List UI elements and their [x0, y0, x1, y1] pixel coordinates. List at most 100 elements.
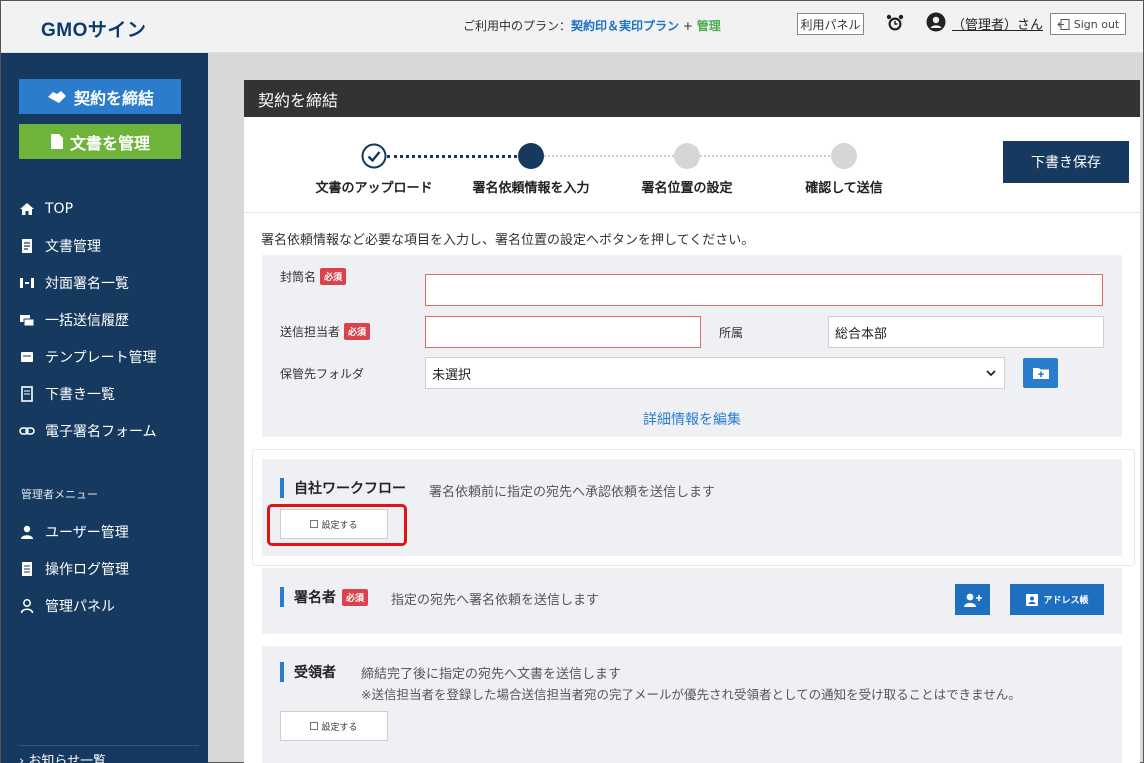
address-book-icon	[1026, 593, 1039, 606]
step-connector	[700, 155, 830, 157]
alarm-clock-icon[interactable]	[885, 13, 905, 33]
batch-send-icon	[20, 314, 35, 326]
step-connector	[544, 155, 674, 157]
nav-item-templates[interactable]: テンプレート管理	[19, 338, 199, 375]
main-nav: TOP 文書管理 対面署名一覧 一括送信履歴 テンプレート管理 下書き一覧 電子…	[19, 190, 199, 449]
folder-select-value: 未選択	[432, 367, 472, 383]
signer-description: 指定の宛先へ署名依頼を送信します	[391, 593, 600, 608]
affiliation-input[interactable]: 総合本部	[828, 316, 1104, 348]
highlight-annotation	[267, 504, 407, 546]
nav-item-batch-history[interactable]: 一括送信履歴	[19, 301, 199, 338]
sign-out-button[interactable]: Sign out	[1050, 13, 1126, 35]
link-icon	[19, 426, 35, 435]
required-badge: 必須	[344, 323, 371, 340]
plan-prefix: ご利用中のプラン：	[463, 19, 572, 33]
save-draft-button[interactable]: 下書き保存	[1003, 141, 1129, 183]
sender-input[interactable]	[425, 316, 701, 348]
address-book-label: アドレス帳	[1043, 596, 1089, 606]
nav-item-esign-form[interactable]: 電子署名フォーム	[19, 412, 199, 449]
nav-item-top[interactable]: TOP	[19, 190, 199, 227]
nav-item-admin-panel[interactable]: 管理パネル	[19, 587, 199, 624]
nav-label: テンプレート管理	[45, 349, 157, 366]
page-title: 契約を締結	[244, 80, 1140, 117]
document-icon	[22, 238, 32, 253]
workflow-title: 自社ワークフロー	[280, 478, 406, 498]
recipient-set-button[interactable]: 設定する	[280, 711, 388, 741]
address-book-button[interactable]: アドレス帳	[1010, 584, 1104, 615]
plan-info: ご利用中のプラン：契約印＆実印プラン + 管理	[463, 17, 721, 34]
step-label-upload: 文書のアップロード	[315, 181, 433, 196]
draft-icon	[21, 385, 33, 402]
recipient-title: 受領者	[280, 662, 336, 682]
admin-panel-button[interactable]: 利用パネル	[797, 13, 864, 35]
recipient-section: 受領者 締結完了後に指定の宛先へ文書を送信します ※送信担当者を登録した場合送信…	[262, 646, 1122, 763]
step-marker	[831, 143, 857, 169]
recipient-note: ※送信担当者を登録した場合送信担当者宛の完了メールが優先され受領者としての通知を…	[361, 687, 1021, 702]
required-badge: 必須	[320, 268, 347, 285]
affiliation-label: 所属	[719, 326, 744, 340]
sender-label: 送信担当者 必須	[280, 323, 371, 340]
recipient-description: 締結完了後に指定の宛先へ文書を送信します	[361, 667, 622, 682]
chevron-down-icon	[986, 369, 996, 376]
step-progress: 文書のアップロード 署名依頼情報を入力 署名位置の設定 確認して送信	[244, 117, 984, 212]
admin-menu-heading: 管理者メニュー	[21, 488, 98, 501]
document-icon	[50, 134, 63, 149]
user-avatar-icon[interactable]	[926, 12, 946, 32]
face-to-face-icon	[20, 277, 34, 288]
nav-label: 一括送信履歴	[45, 312, 129, 329]
contract-button-label: 契約を締結	[73, 88, 154, 108]
nav-item-documents[interactable]: 文書管理	[19, 227, 199, 264]
contract-button[interactable]: 契約を締結	[19, 79, 181, 114]
envelope-name-label: 封筒名 必須	[280, 268, 347, 285]
news-label: お知らせ一覧	[28, 754, 107, 763]
workflow-description: 署名依頼前に指定の宛先へ承認依頼を送信します	[429, 485, 716, 500]
envelope-label-text: 封筒名	[280, 270, 317, 284]
nav-item-news[interactable]: › お知らせ一覧	[19, 745, 199, 763]
add-user-icon	[963, 593, 982, 607]
admin-nav: ユーザー管理 操作ログ管理 管理パネル	[19, 513, 199, 624]
step-label-input: 署名依頼情報を入力	[472, 181, 590, 196]
user-name-link[interactable]: （管理者）さん	[952, 14, 1043, 33]
nav-label: 電子署名フォーム	[45, 423, 157, 440]
add-folder-button[interactable]	[1023, 358, 1058, 388]
step-current-marker	[518, 143, 544, 169]
admin-panel-icon	[20, 598, 34, 613]
edit-details-label: 詳細情報を編集	[643, 412, 741, 428]
plan-plus: +	[679, 19, 697, 33]
required-badge: 必須	[342, 588, 369, 606]
gmo-sign-logo[interactable]: GMOサイン	[41, 15, 146, 42]
user-icon	[21, 525, 33, 539]
nav-item-drafts[interactable]: 下書き一覧	[19, 375, 199, 412]
nav-label: 文書管理	[45, 238, 101, 255]
nav-label: 下書き一覧	[45, 386, 115, 403]
template-icon	[21, 351, 33, 362]
manage-documents-button[interactable]: 文書を管理	[19, 124, 181, 159]
check-circle-icon	[361, 143, 387, 169]
signer-title: 署名者 必須	[280, 587, 369, 607]
nav-item-log-management[interactable]: 操作ログ管理	[19, 550, 199, 587]
handshake-icon	[47, 90, 66, 103]
nav-label: 管理パネル	[45, 598, 115, 615]
folder-select[interactable]: 未選択	[425, 357, 1005, 389]
plan-admin: 管理	[696, 19, 721, 33]
log-icon	[22, 561, 32, 576]
nav-label: 対面署名一覧	[45, 275, 129, 292]
manage-documents-label: 文書を管理	[69, 133, 150, 153]
step-marker	[674, 143, 700, 169]
nav-label: 操作ログ管理	[45, 561, 129, 578]
add-signer-button[interactable]	[955, 584, 990, 615]
nav-item-user-management[interactable]: ユーザー管理	[19, 513, 199, 550]
nav-label: TOP	[45, 200, 74, 217]
top-header: GMOサイン ご利用中のプラン：契約印＆実印プラン + 管理 利用パネル （管理…	[1, 1, 1143, 53]
request-info-form: 封筒名 必須 送信担当者 必須 所属 総合本部 保管先フォルダ 未選択 詳細情報…	[262, 255, 1122, 437]
plan-name: 契約印＆実印プラン	[571, 19, 680, 33]
nav-item-face-to-face[interactable]: 対面署名一覧	[19, 264, 199, 301]
sign-out-icon	[1057, 18, 1070, 30]
edit-details-link[interactable]: 詳細情報を編集	[262, 409, 1122, 429]
home-icon	[20, 202, 34, 215]
sidebar: 契約を締結 文書を管理 TOP 文書管理 対面署名一覧 一括送信履歴 テンプレー…	[1, 53, 208, 763]
sender-label-text: 送信担当者	[280, 325, 341, 339]
folder-plus-icon	[1032, 368, 1049, 379]
envelope-name-input[interactable]	[425, 274, 1103, 306]
sign-out-label: Sign out	[1073, 17, 1120, 31]
